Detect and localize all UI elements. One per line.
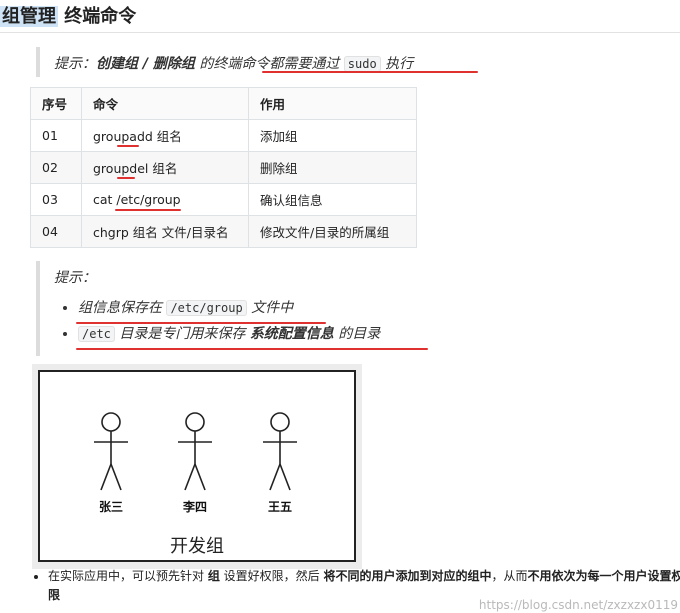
tip-blockquote-2: 提示： 组信息保存在 /etc/group 文件中 /etc 目录是专门用来保存…	[36, 261, 680, 356]
cell-index: 04	[30, 215, 82, 248]
red-underline	[117, 177, 135, 179]
title-divider	[0, 32, 680, 33]
header-purpose: 作用	[248, 87, 417, 120]
table-row: 02 groupdel 组名 删除组	[30, 151, 417, 184]
header-index: 序号	[30, 87, 82, 120]
group-illustration: 张三 李四 王五 开发组	[32, 364, 362, 569]
person-icon	[178, 412, 212, 491]
item2-post: 的目录	[333, 326, 381, 342]
cell-command: groupdel 组名	[81, 151, 249, 184]
etc-code: /etc	[78, 326, 115, 342]
cell-command: groupadd 组名	[81, 119, 249, 152]
red-underline	[115, 209, 181, 211]
bottom-b1: 组	[207, 569, 220, 583]
tip-slash: /	[138, 56, 153, 72]
red-underline	[117, 145, 139, 147]
cell-purpose: 修改文件/目录的所属组	[248, 215, 417, 248]
bottom-t3: ，从而	[491, 569, 528, 583]
table-row: 01 groupadd 组名 添加组	[30, 119, 417, 152]
person-name: 张三	[98, 500, 123, 514]
list-item: 组信息保存在 /etc/group 文件中	[78, 295, 380, 321]
red-underline	[76, 322, 326, 324]
cell-command: chgrp 组名 文件/目录名	[81, 215, 249, 248]
tip2-label: 提示：	[54, 270, 96, 286]
tip-suffix: 执行	[380, 56, 414, 72]
cell-index: 02	[30, 151, 82, 184]
tip-create-group: 创建组	[96, 56, 138, 72]
tip2-list: 组信息保存在 /etc/group 文件中 /etc 目录是专门用来保存 系统配…	[54, 295, 380, 347]
red-underline	[76, 348, 428, 350]
item2-pre: 目录是专门用来保存	[114, 326, 250, 342]
page-title: 组管理 终端命令	[0, 2, 136, 28]
cell-index: 01	[30, 119, 82, 152]
sudo-code: sudo	[343, 56, 381, 72]
illustration-frame: 张三 李四 王五 开发组	[38, 370, 356, 562]
watermark: https://blog.csdn.net/zxzxzx0119	[478, 598, 678, 612]
red-underline	[262, 71, 478, 73]
command-table: 序号 命令 作用 01 groupadd 组名 添加组 02 groupdel …	[30, 87, 417, 248]
person-icon	[94, 412, 128, 491]
title-rest: 终端命令	[58, 6, 137, 27]
cell-purpose: 添加组	[248, 119, 417, 152]
title-highlight: 组管理	[0, 6, 58, 27]
list-item: /etc 目录是专门用来保存 系统配置信息 的目录	[78, 321, 380, 347]
cell-index: 03	[30, 183, 82, 216]
item2-bold: 系统配置信息	[249, 326, 334, 342]
person-name: 李四	[182, 500, 207, 514]
tip-text: 提示：创建组 / 删除组 的终端命令都需要通过 sudo 执行	[54, 53, 413, 73]
etc-group-code: /etc/group	[166, 300, 247, 316]
person-icon	[263, 412, 297, 491]
tip-prefix: 提示：	[54, 56, 96, 72]
table-header-row: 序号 命令 作用	[30, 87, 417, 120]
tip-delete-group: 删除组	[152, 56, 195, 72]
tip-mid: 的终端命令都需要通过	[194, 56, 344, 72]
header-command: 命令	[81, 87, 249, 120]
table-row: 03 cat /etc/group 确认组信息	[30, 183, 417, 216]
cell-purpose: 删除组	[248, 151, 417, 184]
bottom-t2: 设置好权限，然后	[219, 569, 324, 583]
item1-post: 文件中	[246, 300, 294, 316]
person-name: 王五	[267, 500, 292, 514]
bottom-t1: 在实际应用中，可以预先针对	[48, 569, 208, 583]
bottom-b2: 将不同的用户添加到对应的组中	[323, 569, 492, 583]
item1-pre: 组信息保存在	[78, 300, 167, 316]
table-row: 04 chgrp 组名 文件/目录名 修改文件/目录的所属组	[30, 215, 417, 248]
group-name: 开发组	[170, 536, 224, 557]
cell-purpose: 确认组信息	[248, 183, 417, 216]
